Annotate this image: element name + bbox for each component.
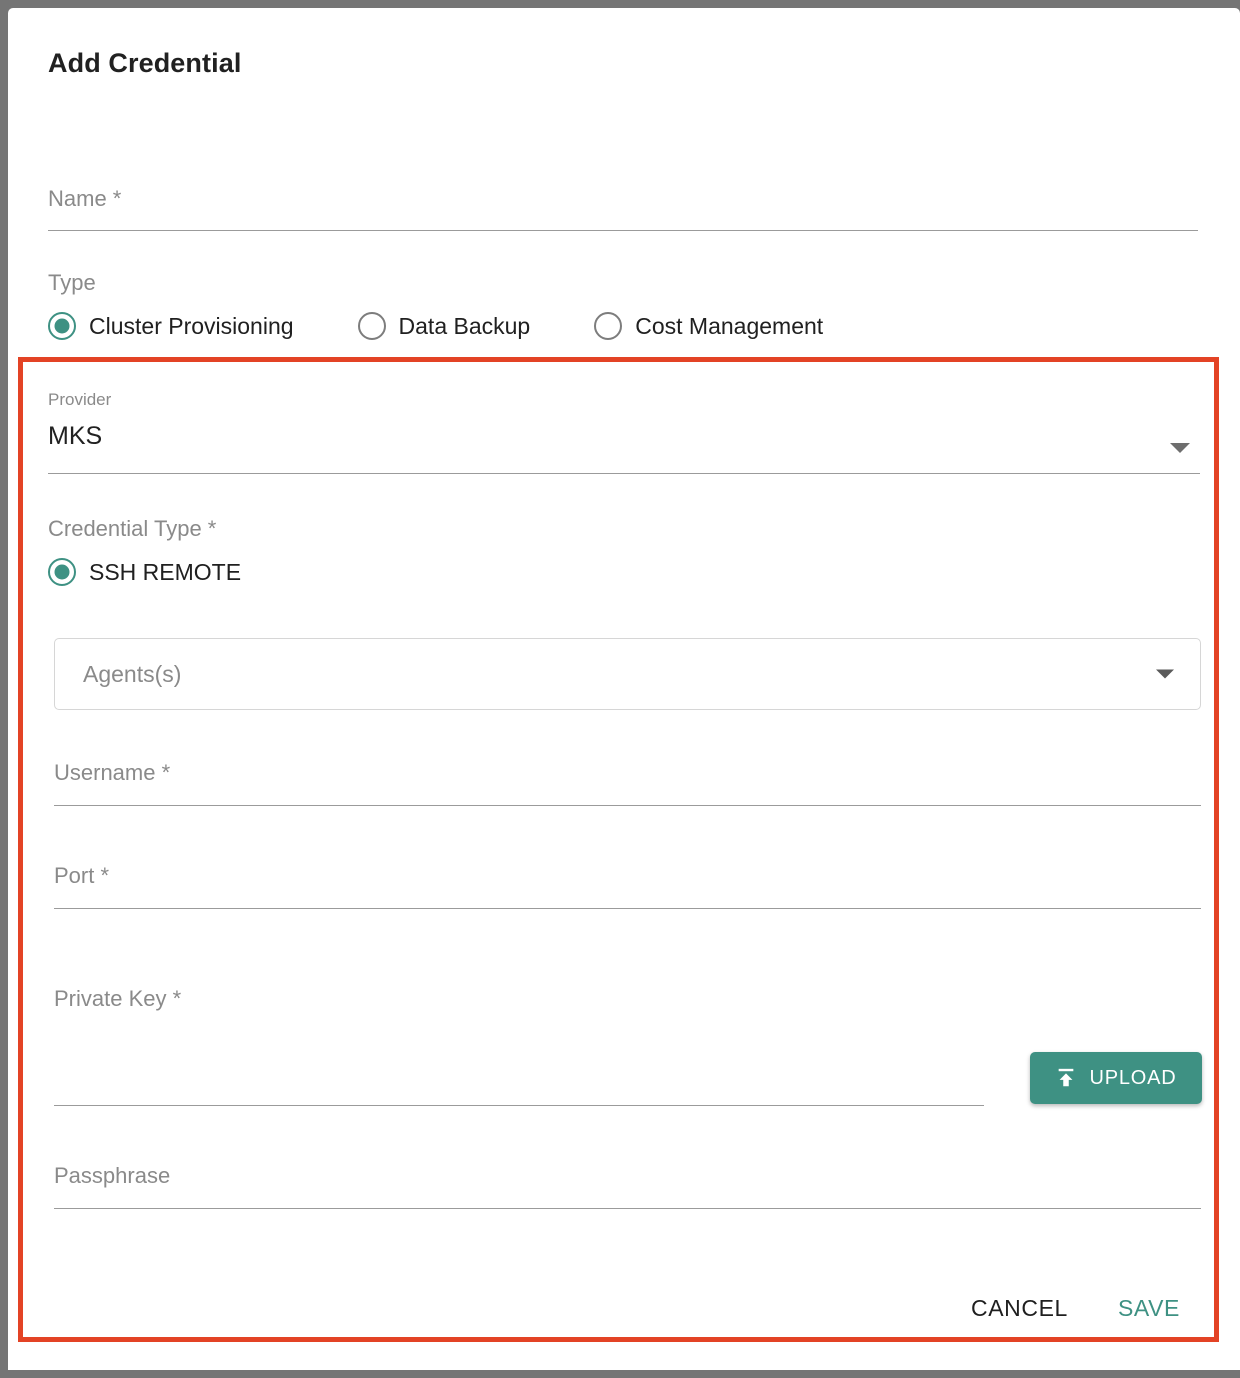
- port-field-underline: [54, 908, 1201, 909]
- radio-option-cluster-provisioning[interactable]: Cluster Provisioning: [48, 312, 294, 340]
- private-key-field-underline: [54, 1105, 984, 1106]
- radio-option-cost-management[interactable]: Cost Management: [594, 312, 823, 340]
- dialog-footer: CANCEL SAVE: [8, 1278, 1240, 1338]
- radio-icon-cluster-provisioning: [48, 312, 76, 340]
- radio-icon-data-backup: [357, 312, 386, 340]
- radio-label-ssh-remote: SSH REMOTE: [89, 558, 242, 585]
- username-field-label: Username *: [54, 760, 171, 785]
- radio-label-cost-management: Cost Management: [635, 312, 824, 339]
- upload-button[interactable]: UPLOAD: [1030, 1052, 1202, 1104]
- type-group-label: Type: [48, 270, 96, 295]
- save-button[interactable]: SAVE: [1104, 1285, 1194, 1332]
- add-credential-dialog: Add Credential Name * Type Cluster Provi…: [8, 8, 1240, 1370]
- provider-value: MKS: [48, 422, 103, 450]
- credential-type-radio-group: Credential Type * SSH REMOTE: [48, 516, 1198, 586]
- username-field[interactable]: Username *: [54, 760, 1201, 806]
- page-title: Add Credential: [48, 48, 242, 78]
- name-field[interactable]: Name *: [48, 186, 1198, 231]
- chevron-down-icon: [1156, 669, 1174, 679]
- radio-option-data-backup[interactable]: Data Backup: [357, 312, 531, 340]
- private-key-field-label: Private Key *: [54, 986, 182, 1011]
- passphrase-field[interactable]: Passphrase: [54, 1163, 1201, 1209]
- radio-label-cluster-provisioning: Cluster Provisioning: [89, 312, 294, 339]
- provider-select[interactable]: Provider MKS: [48, 390, 1200, 474]
- username-field-underline: [54, 805, 1201, 806]
- agents-select[interactable]: Agents(s): [54, 638, 1201, 710]
- radio-option-ssh-remote[interactable]: SSH REMOTE: [48, 558, 241, 586]
- credential-type-radio-row: SSH REMOTE: [48, 558, 1198, 586]
- name-field-underline: [48, 230, 1198, 231]
- upload-button-label: UPLOAD: [1089, 1066, 1177, 1089]
- port-field[interactable]: Port *: [54, 863, 1201, 909]
- radio-icon-ssh-remote: [48, 558, 76, 586]
- agents-select-placeholder: Agents(s): [83, 660, 182, 687]
- port-field-label: Port *: [54, 863, 110, 888]
- chevron-down-icon: [1170, 443, 1190, 453]
- cancel-button[interactable]: CANCEL: [957, 1285, 1082, 1332]
- upload-icon: [1059, 1068, 1074, 1087]
- provider-underline: [48, 473, 1200, 474]
- passphrase-field-underline: [54, 1208, 1201, 1209]
- type-radio-row: Cluster Provisioning Data Backup Cost Ma…: [48, 312, 1198, 340]
- name-field-label: Name *: [48, 186, 122, 211]
- passphrase-field-label: Passphrase: [54, 1163, 171, 1188]
- provider-label: Provider: [48, 390, 112, 409]
- radio-icon-cost-management: [594, 312, 623, 340]
- credential-type-group-label: Credential Type *: [48, 516, 217, 541]
- type-radio-group: Type Cluster Provisioning Data Backup Co…: [48, 270, 1198, 340]
- private-key-field[interactable]: Private Key *: [54, 986, 984, 1106]
- radio-label-data-backup: Data Backup: [398, 312, 531, 339]
